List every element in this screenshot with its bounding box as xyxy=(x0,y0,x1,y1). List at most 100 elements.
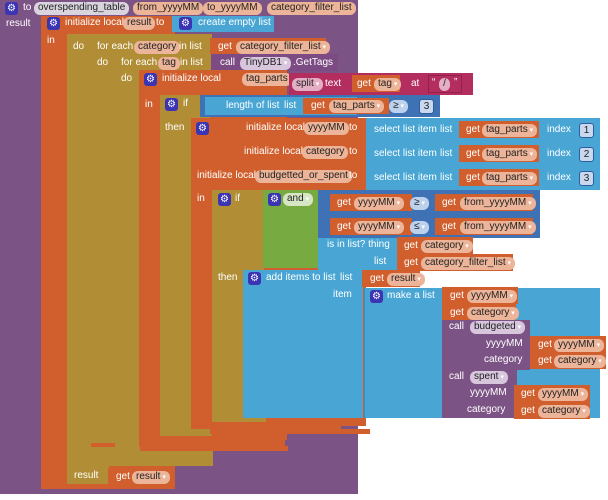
var-dropdown[interactable]: yyyyMM xyxy=(354,197,405,210)
var-dropdown[interactable]: result xyxy=(132,471,170,484)
to-label: to xyxy=(349,122,358,133)
add-items-label: add items to list xyxy=(266,272,336,283)
procedure-dropdown[interactable]: budgeted xyxy=(470,321,526,334)
var-result[interactable]: result xyxy=(123,17,156,30)
separator-value[interactable]: / xyxy=(439,78,450,91)
get-label: get xyxy=(404,240,418,251)
mutator-gear-icon[interactable]: ⚙ xyxy=(47,17,60,30)
var-yyyymm[interactable]: yyyyMM xyxy=(304,122,349,135)
then-label: then xyxy=(165,122,185,133)
var-dropdown[interactable]: category_filter_list xyxy=(421,257,516,270)
list-label: list xyxy=(374,256,387,267)
get-label: get xyxy=(450,307,464,318)
quote-open: “ xyxy=(432,77,436,88)
mutator-gear-icon[interactable]: ⚙ xyxy=(165,98,178,111)
param-from[interactable]: from_yyyyMM xyxy=(133,2,204,15)
in-list-label: in list xyxy=(180,57,203,68)
var-category[interactable]: category xyxy=(302,146,349,159)
mutator-gear-icon[interactable]: ⚙ xyxy=(5,2,18,15)
get-label: get xyxy=(466,172,480,183)
var-dropdown[interactable]: tag_parts xyxy=(329,100,385,113)
get-label: get xyxy=(442,221,456,232)
var-tag-parts[interactable]: tag_parts xyxy=(242,73,292,86)
init-label: initialize local xyxy=(244,146,303,157)
arg-label: category xyxy=(467,404,506,415)
param-to[interactable]: to_yyyyMM xyxy=(203,2,262,15)
init-tag-parts-footer xyxy=(139,436,285,443)
mutator-gear-icon[interactable]: ⚙ xyxy=(370,290,383,303)
number-2[interactable]: 2 xyxy=(579,147,594,162)
mutator-gear-icon[interactable]: ⚙ xyxy=(248,272,261,285)
var-dropdown[interactable]: yyyyMM xyxy=(467,290,518,303)
number-3[interactable]: 3 xyxy=(579,171,594,186)
get-label: get xyxy=(538,355,552,366)
tag-parts-bottom-stripe xyxy=(140,446,288,451)
var-dropdown[interactable]: category xyxy=(421,240,473,253)
operator-dropdown[interactable]: ≤ xyxy=(410,221,429,234)
and-dropdown[interactable]: and xyxy=(283,193,314,206)
get-label: get xyxy=(337,197,351,208)
param-category-filter[interactable]: category_filter_list xyxy=(267,2,356,15)
procedure-dropdown[interactable]: spent xyxy=(470,371,508,384)
list-label: list xyxy=(440,124,453,135)
var-dropdown[interactable]: category xyxy=(467,307,519,320)
for-each-label: for each xyxy=(121,57,158,68)
var-dropdown[interactable]: tag xyxy=(374,78,402,91)
init-label: initialize local xyxy=(162,73,221,84)
item-label: item xyxy=(333,289,352,300)
to-label: to xyxy=(23,2,32,13)
var-dropdown[interactable]: yyyyMM xyxy=(538,388,589,401)
create-empty-list-label: create empty list xyxy=(198,17,271,28)
mutator-gear-icon[interactable]: ⚙ xyxy=(218,193,231,206)
var-dropdown[interactable]: category xyxy=(538,405,590,418)
text-label: text xyxy=(325,78,342,89)
get-label: get xyxy=(521,405,535,416)
index-label: index xyxy=(547,172,571,183)
var-dropdown[interactable]: category xyxy=(554,355,606,368)
operator-dropdown[interactable]: ≥ xyxy=(389,100,408,113)
arg-label: yyyyMM xyxy=(486,338,523,349)
number-1[interactable]: 1 xyxy=(579,123,594,138)
arg-label: category xyxy=(484,354,523,365)
select-label: select list item xyxy=(374,124,437,135)
var-dropdown[interactable]: tag_parts xyxy=(482,148,538,161)
in-label: in xyxy=(145,99,153,110)
mutator-gear-icon[interactable]: ⚙ xyxy=(196,122,209,135)
list-label: list xyxy=(284,100,297,111)
var-tag[interactable]: tag xyxy=(158,57,180,70)
var-dropdown[interactable]: yyyyMM xyxy=(554,339,605,352)
mutator-gear-icon[interactable]: ⚙ xyxy=(144,73,157,86)
get-label: get xyxy=(442,197,456,208)
var-dropdown[interactable]: category_filter_list xyxy=(236,41,331,54)
get-label: get xyxy=(337,221,351,232)
do-label: do xyxy=(97,57,109,68)
procedure-name[interactable]: overspending_table xyxy=(34,2,130,15)
then-label: then xyxy=(218,272,238,283)
mutator-gear-icon[interactable]: ⚙ xyxy=(179,17,192,30)
list-label: list xyxy=(340,272,353,283)
init-label: initialize local xyxy=(246,122,305,133)
var-dropdown[interactable]: from_yyyyMM xyxy=(460,221,536,234)
component-dropdown[interactable]: TinyDB1 xyxy=(240,57,292,70)
select-label: select list item xyxy=(374,172,437,183)
method-label: .GetTags xyxy=(293,57,334,68)
get-label: get xyxy=(116,471,130,482)
split-dropdown[interactable]: split xyxy=(292,78,324,91)
var-dropdown[interactable]: result xyxy=(387,273,425,286)
number-3[interactable]: 3 xyxy=(419,99,434,114)
mutator-gear-icon[interactable]: ⚙ xyxy=(268,193,281,206)
get-label: get xyxy=(538,339,552,350)
var-budgetted-or-spent[interactable]: budgetted_or_spent xyxy=(255,170,352,183)
init-label: initialize local xyxy=(197,170,256,181)
at-label: at xyxy=(411,78,420,89)
in-label: in xyxy=(47,35,55,46)
get-label: get xyxy=(466,124,480,135)
var-dropdown[interactable]: tag_parts xyxy=(482,124,538,137)
spacer xyxy=(0,494,358,500)
operator-dropdown[interactable]: ≥ xyxy=(410,197,429,210)
var-dropdown[interactable]: yyyyMM xyxy=(354,221,405,234)
var-dropdown[interactable]: from_yyyyMM xyxy=(460,197,536,210)
arg-label: yyyyMM xyxy=(470,387,507,398)
var-category[interactable]: category xyxy=(134,41,181,54)
var-dropdown[interactable]: tag_parts xyxy=(482,172,538,185)
